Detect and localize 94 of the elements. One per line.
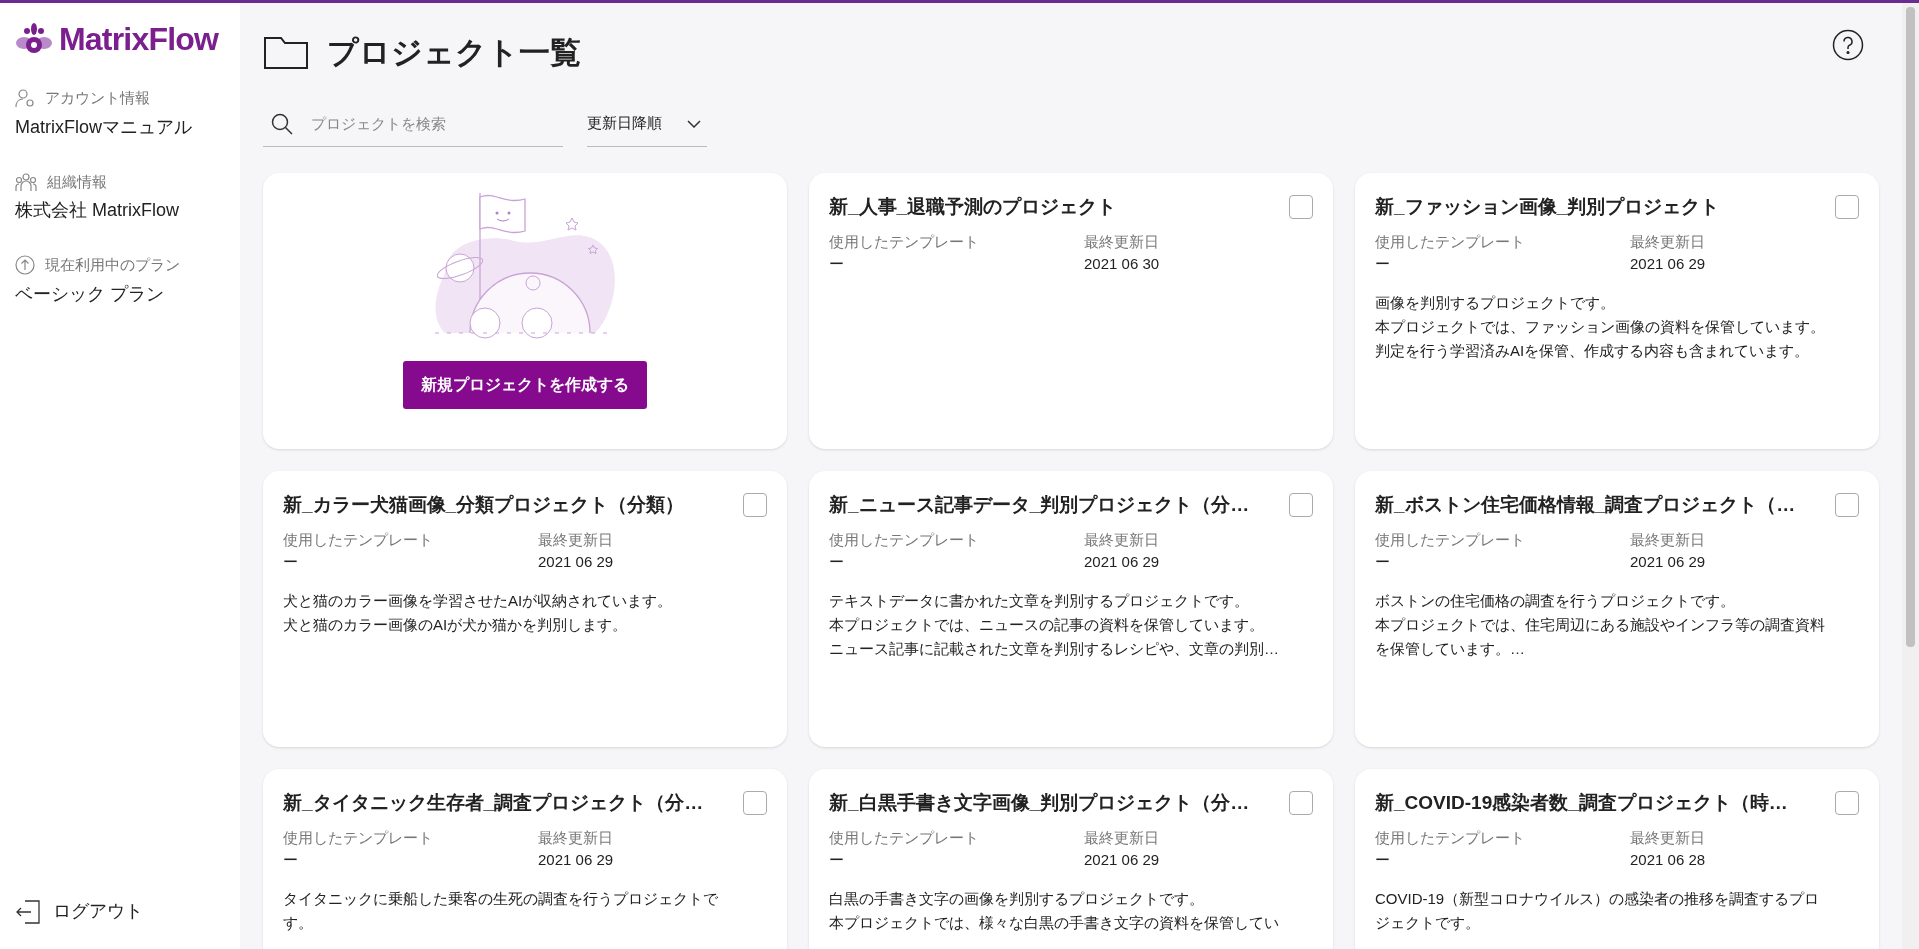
checkbox[interactable] xyxy=(1289,791,1313,815)
project-card[interactable]: 新_タイタニック生存者_調査プロジェクト（分… 使用したテンプレート 最終更新日 ー 2021 06 29 タイタニックに乗船した乗客の生死の調査を行うプロジェクトで す。 xyxy=(263,769,787,949)
template-label: 使用したテンプレート xyxy=(829,232,980,252)
page-title: プロジェクト一覧 xyxy=(327,36,581,68)
project-title: 新_白黒手書き文字画像_判別プロジェクト（分… xyxy=(829,791,1250,815)
date-value: 2021 06 29 xyxy=(1084,850,1161,870)
description-line: す。 xyxy=(283,913,314,933)
project-card[interactable]: 新_ファッション画像_判別プロジェクト 使用したテンプレート 最終更新日 ー 2021 06 29 画像を判別するプロジェクトです。 本プロジェクトでは、ファッション画像の資料を保管しています。 判定を行う学習済みAIを保管、作成する内容も含まれています。 xyxy=(1355,173,1879,449)
checkbox[interactable] xyxy=(1835,195,1859,219)
template-label: 使用したテンプレート xyxy=(1375,530,1526,550)
date-label: 最終更新日 xyxy=(1084,828,1160,848)
project-title: 新_ボストン住宅価格情報_調査プロジェクト（… xyxy=(1375,493,1796,517)
template-value: ー xyxy=(1375,254,1391,274)
template-value: ー xyxy=(829,254,845,274)
description-line: ボストンの住宅価格の調査を行うプロジェクトです。 xyxy=(1375,591,1736,611)
project-card[interactable]: 新_ニュース記事データ_判別プロジェクト（分… 使用したテンプレート 最終更新日 ー 2021 06 29 テキストデータに書かれた文章を判別するプロジェクトです。 本プロジェクトでは、ニュースの記事の資料を保管しています。 ニュース記事に記載された文章を判別するレシピや、文章の判別… xyxy=(809,471,1333,747)
description-line: 犬と猫のカラー画像を学習させたAIが収納されています。 xyxy=(283,591,674,611)
project-card[interactable]: 新_ボストン住宅価格情報_調査プロジェクト（… 使用したテンプレート 最終更新日 ー 2021 06 29 ボストンの住宅価格の調査を行うプロジェクトです。 本プロジェクトでは、住宅周辺にある施設やインフラ等の調査資料 を保管しています。… xyxy=(1355,471,1879,747)
template-value: ー xyxy=(829,552,845,572)
help-icon[interactable] xyxy=(1832,29,1864,61)
template-label: 使用したテンプレート xyxy=(1375,828,1526,848)
checkbox[interactable] xyxy=(1289,493,1313,517)
people-icon xyxy=(15,171,37,192)
date-value: 2021 06 28 xyxy=(1630,850,1707,870)
description-line: 判定を行う学習済みAIを保管、作成する内容も含まれています。 xyxy=(1375,341,1811,361)
description-line: 本プロジェクトでは、ファッション画像の資料を保管しています。 xyxy=(1375,317,1826,337)
template-label: 使用したテンプレート xyxy=(829,828,980,848)
description-line: を保管しています。… xyxy=(1375,639,1526,659)
project-title: 新_タイタニック生存者_調査プロジェクト（分… xyxy=(283,791,704,815)
checkbox[interactable] xyxy=(743,493,767,517)
description-line: ジェクトです。 xyxy=(1375,913,1481,933)
template-label: 使用したテンプレート xyxy=(283,530,434,550)
date-label: 最終更新日 xyxy=(1084,530,1160,550)
date-value: 2021 06 30 xyxy=(1084,254,1161,274)
description-line: 画像を判別するプロジェクトです。 xyxy=(1375,293,1616,313)
description-line: 本プロジェクトでは、様々な白黒の手書き文字の資料を保管してい xyxy=(829,913,1280,933)
date-value: 2021 06 29 xyxy=(538,850,615,870)
date-label: 最終更新日 xyxy=(1084,232,1160,252)
logout-button[interactable]: ログアウト xyxy=(15,898,225,925)
date-label: 最終更新日 xyxy=(538,530,614,550)
template-label: 使用したテンプレート xyxy=(1375,232,1526,252)
project-card[interactable]: 新_白黒手書き文字画像_判別プロジェクト（分… 使用したテンプレート 最終更新日 ー 2021 06 29 白黒の手書き文字の画像を判別するプロジェクトです。 本プロジェクトでは、様々な白黒の手書き文字の資料を保管してい xyxy=(809,769,1333,949)
logo-text: MatrixFlow xyxy=(59,23,219,55)
logout-icon xyxy=(15,898,41,925)
template-label: 使用したテンプレート xyxy=(283,828,434,848)
project-card[interactable]: 新_COVID-19感染者数_調査プロジェクト（時… 使用したテンプレート 最終更新日 ー 2021 06 28 COVID-19（新型コロナウイルス）の感染者の推移を調査するプロ ジェクトです。 xyxy=(1355,769,1879,949)
checkbox[interactable] xyxy=(1835,493,1859,517)
sidebar-value: ベーシック プラン xyxy=(15,282,165,306)
search-icon xyxy=(271,112,293,135)
template-value: ー xyxy=(1375,552,1391,572)
project-card[interactable]: 新_カラー犬猫画像_分類プロジェクト（分類） 使用したテンプレート 最終更新日 ー 2021 06 29 犬と猫のカラー画像を学習させたAIが収納されています。 犬と猫のカラー画像のAIが犬か猫かを判別します。 xyxy=(263,471,787,747)
arrow-up-circle-icon xyxy=(15,255,35,276)
description-line: テキストデータに書かれた文章を判別するプロジェクトです。 xyxy=(829,591,1250,611)
folder-icon xyxy=(263,34,309,70)
date-label: 最終更新日 xyxy=(538,828,614,848)
date-label: 最終更新日 xyxy=(1630,828,1706,848)
description-line: 本プロジェクトでは、住宅周辺にある施設やインフラ等の調査資料 xyxy=(1375,615,1826,635)
description-line: タイタニックに乗船した乗客の生死の調査を行うプロジェクトで xyxy=(283,889,719,909)
project-card[interactable]: 新_人事_退職予測のプロジェクト 使用したテンプレート 最終更新日 ー 2021 06 30 xyxy=(809,173,1333,449)
date-value: 2021 06 29 xyxy=(1084,552,1161,572)
sidebar-label: アカウント情報 xyxy=(45,88,150,108)
project-title: 新_人事_退職予測のプロジェクト xyxy=(829,195,1117,219)
project-title: 新_カラー犬猫画像_分類プロジェクト（分類） xyxy=(283,493,685,517)
template-value: ー xyxy=(283,850,299,870)
template-value: ー xyxy=(283,552,299,572)
sort-dropdown[interactable]: 更新日降順 xyxy=(587,101,707,147)
checkbox[interactable] xyxy=(743,791,767,815)
sidebar-label: 現在利用中のプラン xyxy=(45,255,180,275)
description-line: 白黒の手書き文字の画像を判別するプロジェクトです。 xyxy=(829,889,1205,909)
description-line: COVID-19（新型コロナウイルス）の感染者の推移を調査するプロ xyxy=(1375,889,1821,909)
template-label: 使用したテンプレート xyxy=(829,530,980,550)
date-value: 2021 06 29 xyxy=(1630,254,1707,274)
date-label: 最終更新日 xyxy=(1630,232,1706,252)
description-line: ニュース記事に記載された文章を判別するレシピや、文章の判別… xyxy=(829,639,1280,659)
chevron-down-icon xyxy=(687,119,701,128)
project-title: 新_ファッション画像_判別プロジェクト xyxy=(1375,195,1720,219)
sidebar-label: 組織情報 xyxy=(47,171,107,192)
description-line: 犬と猫のカラー画像のAIが犬か猫かを判別します。 xyxy=(283,615,629,635)
project-title: 新_ニュース記事データ_判別プロジェクト（分… xyxy=(829,493,1250,517)
template-value: ー xyxy=(829,850,845,870)
search-field[interactable]: プロジェクトを検索 xyxy=(311,103,551,144)
new-project-button[interactable]: 新規プロジェクトを作成する xyxy=(403,361,647,409)
description-line: 本プロジェクトでは、ニュースの記事の資料を保管しています。 xyxy=(829,615,1265,635)
date-value: 2021 06 29 xyxy=(1630,552,1707,572)
sidebar-value: MatrixFlowマニュアル xyxy=(15,115,193,139)
sidebar-value: 株式会社 MatrixFlow xyxy=(15,199,180,222)
template-value: ー xyxy=(1375,850,1391,870)
checkbox[interactable] xyxy=(1835,791,1859,815)
person-icon xyxy=(15,88,35,109)
date-label: 最終更新日 xyxy=(1630,530,1706,550)
scrollbar[interactable] xyxy=(1902,3,1919,949)
project-title: 新_COVID-19感染者数_調査プロジェクト（時… xyxy=(1375,791,1788,815)
date-value: 2021 06 29 xyxy=(538,552,615,572)
checkbox[interactable] xyxy=(1289,195,1313,219)
